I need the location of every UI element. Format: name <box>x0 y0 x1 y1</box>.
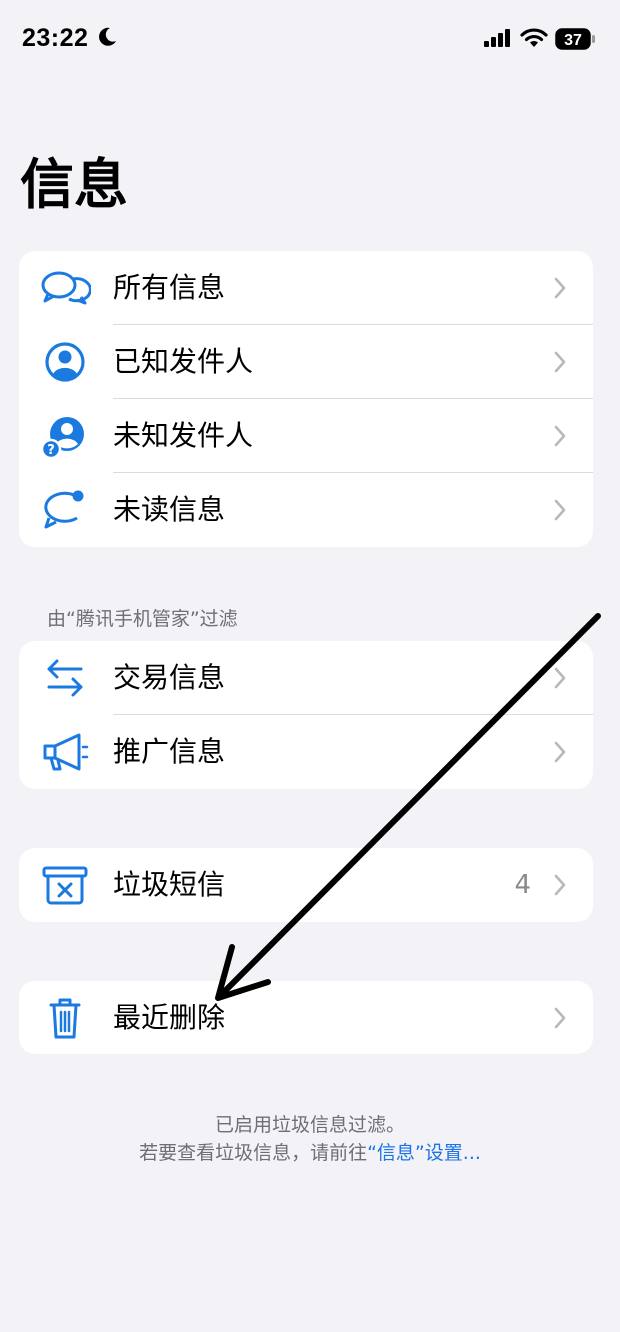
cellular-signal-icon <box>484 29 510 47</box>
footer-note: 已启用垃圾信息过滤。 <box>214 1114 405 1136</box>
chevron-right-icon <box>554 1007 566 1029</box>
footer-text: 若要查看垃圾信息，请前往 <box>139 1142 368 1164</box>
unread-bubble-icon <box>44 490 84 529</box>
junk-box-icon <box>42 866 88 905</box>
footer-settings-hint: 若要查看垃圾信息，请前往“信息”设置... <box>0 1138 620 1165</box>
chevron-right-icon <box>554 667 566 689</box>
megaphone-icon <box>43 733 89 771</box>
chevron-right-icon <box>554 351 566 373</box>
junk-count: 4 <box>514 870 531 900</box>
chat-bubbles-icon <box>41 271 91 305</box>
junk-card: 垃圾短信 4 <box>19 848 593 922</box>
row-label: 所有信息 <box>113 271 226 304</box>
messages-settings-link[interactable]: “信息”设置... <box>367 1142 481 1164</box>
person-circle-icon <box>45 342 85 382</box>
transactions-arrows-icon <box>47 659 83 697</box>
row-transactions[interactable]: 交易信息 <box>19 641 593 715</box>
battery-level: 37 <box>564 32 582 49</box>
chevron-right-icon <box>554 277 566 299</box>
row-known-senders[interactable]: 已知发件人 <box>19 325 593 399</box>
row-label: 未读信息 <box>113 493 226 526</box>
trash-icon <box>49 998 81 1039</box>
row-junk[interactable]: 垃圾短信 4 <box>19 848 593 922</box>
row-label: 未知发件人 <box>113 419 254 452</box>
row-label: 推广信息 <box>113 735 226 768</box>
wifi-icon <box>520 28 548 47</box>
filter-extension-card: 交易信息 推广信息 <box>19 641 593 789</box>
chevron-right-icon <box>554 741 566 763</box>
chevron-right-icon <box>554 425 566 447</box>
battery-icon: 37 <box>555 28 595 50</box>
chevron-right-icon <box>554 874 566 896</box>
status-time: 23:22 <box>22 24 89 52</box>
row-label: 交易信息 <box>113 661 226 694</box>
filters-card: 所有信息 已知发件人 ? 未知发件人 未读信息 <box>19 251 593 547</box>
row-recently-deleted[interactable]: 最近删除 <box>19 981 593 1054</box>
status-bar: 23:22 37 <box>0 0 620 80</box>
moon-icon <box>99 27 116 46</box>
row-unread-messages[interactable]: 未读信息 <box>19 473 593 547</box>
row-all-messages[interactable]: 所有信息 <box>19 251 593 325</box>
row-promotions[interactable]: 推广信息 <box>19 715 593 789</box>
unknown-person-icon: ? <box>40 417 84 460</box>
chevron-right-icon <box>554 499 566 521</box>
recently-deleted-card: 最近删除 <box>19 981 593 1054</box>
row-unknown-senders[interactable]: ? 未知发件人 <box>19 399 593 473</box>
page-title: 信息 <box>20 153 128 216</box>
section-header: 由“腾讯手机管家”过滤 <box>47 608 238 630</box>
row-label: 已知发件人 <box>113 345 254 378</box>
svg-text:?: ? <box>47 443 55 458</box>
row-label: 最近删除 <box>113 1001 226 1034</box>
row-label: 垃圾短信 <box>113 868 226 901</box>
